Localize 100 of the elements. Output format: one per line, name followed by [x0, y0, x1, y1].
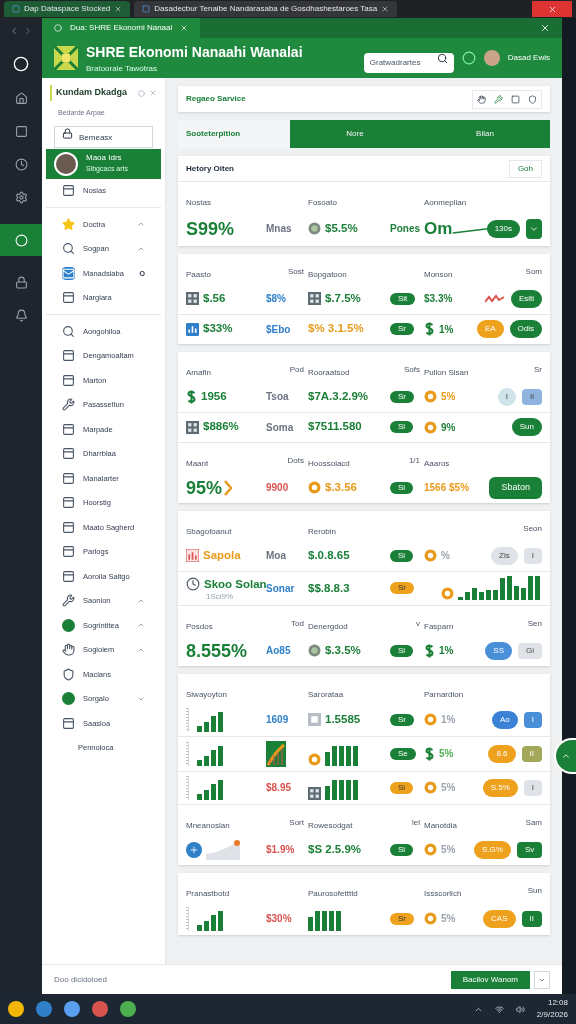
status-pill[interactable]: Sun	[511, 418, 542, 436]
panel-icon[interactable]	[14, 125, 28, 138]
add-button[interactable]	[186, 841, 202, 858]
wrench-icon	[62, 398, 75, 412]
taskbar-app-icon[interactable]	[36, 1001, 52, 1017]
close-icon[interactable]	[180, 24, 189, 32]
browser-tab[interactable]: Dap Dataspace Stocked	[4, 1, 131, 17]
lock-icon[interactable]	[14, 276, 28, 289]
grid-tile-icon	[308, 292, 321, 305]
column-header: Som	[525, 265, 542, 278]
logo-icon[interactable]	[13, 56, 29, 72]
status-pill[interactable]: Si	[390, 644, 414, 657]
settings-icon[interactable]	[14, 191, 28, 204]
tag[interactable]: Gi	[518, 642, 542, 659]
lock-icon	[62, 128, 73, 139]
panel-icon	[62, 569, 75, 583]
column-header: Pullon Sisan	[424, 367, 469, 377]
circle-icon	[54, 24, 62, 32]
status-pill[interactable]: 130s	[486, 219, 520, 238]
tag[interactable]: I	[523, 547, 542, 564]
status-pill[interactable]: Si	[390, 549, 414, 562]
sidebar-title: Kundam Dkadga	[56, 86, 128, 100]
volume-icon[interactable]	[515, 1004, 525, 1014]
window-tab[interactable]: Dua: SHRE Ekonomi Nanaal	[42, 18, 201, 38]
close-icon[interactable]	[540, 23, 550, 33]
column-header: Pod	[289, 363, 304, 376]
status-pill[interactable]: Esiti	[510, 289, 542, 308]
square-icon	[511, 94, 520, 104]
primary-button[interactable]: Bacilov Wanom	[450, 970, 530, 989]
status-pill[interactable]: Si	[390, 843, 414, 856]
column-header: Sr	[534, 363, 542, 376]
value-text: $1.9%	[266, 843, 295, 858]
action-button[interactable]: Sbaton	[489, 476, 542, 499]
value-text: $7511.580	[308, 419, 362, 435]
tab[interactable]: Sooteterpition	[178, 120, 290, 148]
coin-icon	[441, 587, 454, 601]
browser-tab[interactable]: Dasadecbur Tenaibe Nandarasaba de Gosdhashestaroes Tasa	[134, 1, 398, 17]
status-pill[interactable]: Se	[390, 747, 416, 760]
column-header: Mneanoslan	[186, 820, 230, 830]
value-text: %	[441, 549, 450, 563]
status-pill[interactable]: Si	[390, 781, 414, 794]
taskbar-app-icon[interactable]	[64, 1001, 80, 1017]
column-header: Fasparn	[424, 621, 454, 631]
value-text: Sonar	[266, 581, 295, 596]
column-header: Maant	[186, 458, 209, 468]
status-pill[interactable]: SS	[485, 641, 512, 660]
clock-time[interactable]: 12:08	[547, 997, 568, 1009]
bell-icon[interactable]	[14, 309, 28, 322]
dropdown-button[interactable]	[526, 218, 542, 239]
status-pill[interactable]: Si	[390, 421, 414, 433]
tag[interactable]: Sv	[516, 841, 543, 858]
status-pill[interactable]: Ao	[491, 710, 518, 729]
sidebar-search-field[interactable]: Bemeasx	[54, 126, 153, 148]
status-pill[interactable]: Sr	[390, 582, 414, 595]
value-text: $33%	[203, 321, 233, 337]
clock-icon[interactable]	[14, 158, 28, 171]
status-pill[interactable]: Sit	[390, 292, 416, 305]
column-header: Paurosofettttd	[308, 888, 358, 898]
search-field[interactable]: Gratwadrartes	[363, 52, 454, 73]
value-text: $.3.56	[325, 479, 357, 495]
taskbar-app-icon[interactable]	[8, 1001, 24, 1017]
wifi-icon[interactable]	[494, 1004, 504, 1014]
tab-favicon-icon	[142, 5, 151, 13]
taskbar-app-icon[interactable]	[120, 1001, 136, 1017]
taskbar-app-icon[interactable]	[92, 1001, 108, 1017]
tag[interactable]: Ii	[522, 388, 542, 405]
status-pill[interactable]: Sr	[390, 912, 414, 925]
grid-tile-icon	[186, 292, 199, 305]
tag[interactable]: I	[523, 711, 542, 728]
user-name[interactable]: Dasad Ewis	[507, 52, 550, 64]
panel-icon	[62, 545, 75, 559]
column-header: Rowesodgat	[308, 820, 353, 830]
close-icon[interactable]	[381, 5, 390, 13]
status-pill[interactable]: Zis	[491, 546, 518, 565]
close-icon[interactable]	[114, 5, 123, 13]
shield-icon	[528, 94, 537, 104]
status-pill[interactable]: Sr	[390, 323, 414, 335]
status-pill[interactable]: Si	[390, 481, 414, 494]
active-rail-item[interactable]	[0, 224, 42, 256]
column-header: Monson	[424, 269, 453, 279]
tab[interactable]: Nore	[290, 120, 420, 148]
status-pill[interactable]: Sr	[390, 390, 414, 403]
status-pill[interactable]: Sr	[390, 713, 414, 726]
value-text: $886%	[203, 419, 239, 435]
status-pill[interactable]: I	[497, 387, 516, 406]
home-icon[interactable]	[14, 92, 28, 105]
clock-date[interactable]: 2/9/2026	[536, 1009, 568, 1021]
value-text: Ao85	[266, 644, 291, 659]
forward-icon[interactable]	[23, 26, 33, 36]
axis-ticks	[186, 707, 189, 732]
tag[interactable]: I	[523, 779, 542, 796]
back-icon[interactable]	[9, 26, 19, 36]
value-text: $30%	[266, 912, 292, 927]
metric-value: 95%	[186, 478, 223, 497]
value-text: 5%	[439, 747, 454, 762]
status-pill[interactable]: Odis	[509, 320, 542, 338]
status-icon[interactable]	[461, 51, 476, 65]
card-action-button[interactable]: Goh	[508, 159, 542, 178]
tag[interactable]: II	[521, 910, 542, 927]
tab[interactable]: Bilan	[420, 120, 550, 148]
